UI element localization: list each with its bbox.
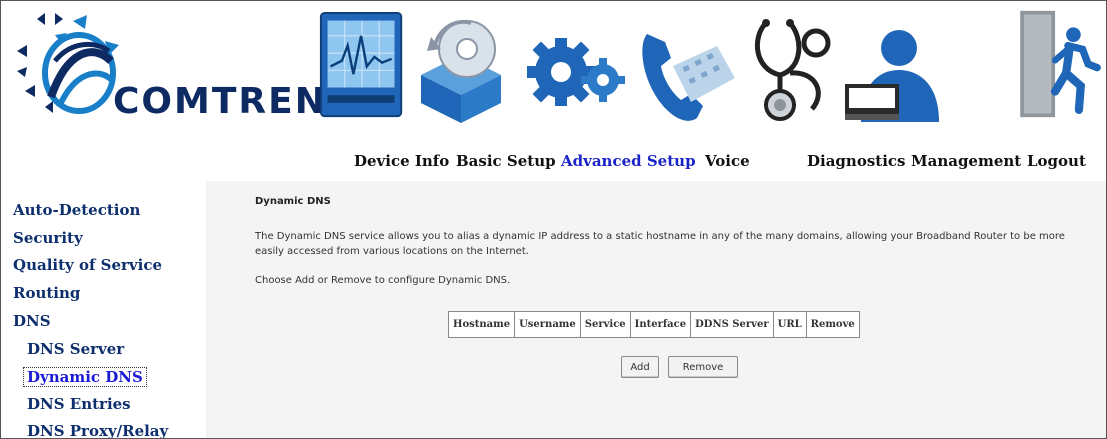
nav-diagnostics[interactable]: Diagnostics [807,152,905,170]
nav-device-info[interactable]: Device Info [354,152,449,170]
sidebar-item-auto-detection[interactable]: Auto-Detection [13,201,140,219]
page-description: The Dynamic DNS service allows you to al… [255,231,1065,257]
ddns-table: Hostname Username Service Interface DDNS… [447,311,860,338]
column-header-url: URL [772,311,807,338]
column-header-interface: Interface [629,311,692,338]
nav-voice[interactable]: Voice [705,152,750,170]
sidebar-item-dns-server[interactable]: DNS Server [27,340,124,358]
column-header-remove: Remove [805,311,860,338]
phone-keypad-icon[interactable] [637,21,737,131]
sidebar-item-quality-of-service[interactable]: Quality of Service [13,256,162,274]
main-content: Dynamic DNS The Dynamic DNS service allo… [206,181,1106,438]
column-header-service: Service [579,311,631,338]
gears-icon[interactable] [525,17,625,127]
router-admin-page: COMTREND Device Info Basic Setup Advance… [0,0,1107,439]
sidebar-item-dynamic-dns[interactable]: Dynamic DNS [23,367,147,387]
comtrend-logo: COMTREND [15,11,357,131]
remove-button[interactable]: Remove [668,356,738,378]
sidebar-item-dns-entries[interactable]: DNS Entries [27,395,131,413]
logo-swirl-icon [17,13,119,114]
header: COMTREND Device Info Basic Setup Advance… [1,1,1106,181]
nav-management[interactable]: Management [911,152,1021,170]
stethoscope-icon[interactable] [746,13,836,123]
disc-box-icon[interactable] [411,15,511,125]
column-header-hostname: Hostname [447,311,516,338]
sidebar-item-dns[interactable]: DNS [13,312,51,330]
sidebar-item-routing[interactable]: Routing [13,284,80,302]
page-title: Dynamic DNS [255,196,331,207]
sidebar-item-security[interactable]: Security [13,229,83,247]
page-instruction: Choose Add or Remove to configure Dynami… [255,275,511,286]
monitor-chart-icon[interactable] [317,11,407,121]
sidebar-item-dns-proxy-relay[interactable]: DNS Proxy/Relay [27,422,168,438]
user-computer-icon[interactable] [841,21,951,131]
column-header-ddns-server: DDNS Server [690,311,774,338]
column-header-username: Username [514,311,581,338]
nav-basic-setup[interactable]: Basic Setup [456,152,556,170]
sidebar: Auto-Detection Security Quality of Servi… [1,181,206,438]
exit-door-icon[interactable] [1011,9,1101,119]
table-header-row: Hostname Username Service Interface DDNS… [447,311,860,338]
nav-advanced-setup[interactable]: Advanced Setup [561,152,696,170]
add-button[interactable]: Add [621,356,659,378]
nav-logout[interactable]: Logout [1027,152,1086,170]
